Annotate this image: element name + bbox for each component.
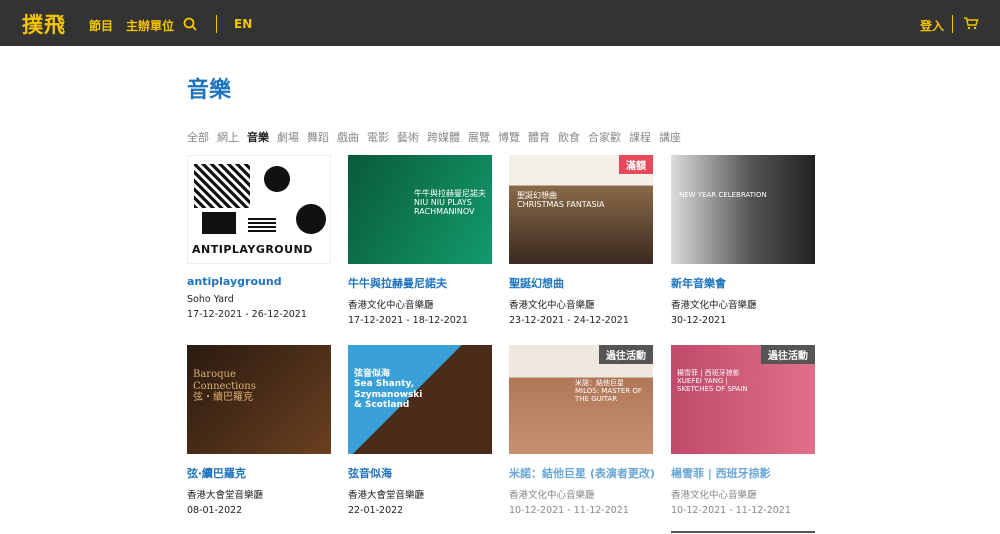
event-card[interactable]: Baroque Connections 弦‧續巴羅克弦‧續巴羅克香港大會堂音樂廳… xyxy=(187,345,331,516)
tab-9[interactable]: 展覽 xyxy=(468,131,490,145)
event-poster[interactable]: 米諾：結他巨星 MILOS: MASTER OF THE GUITAR 過往活動 xyxy=(509,345,653,454)
event-card[interactable]: 牛牛與拉赫曼尼諾夫 NIU NIU PLAYS RACHMANINOV 牛牛與拉赫… xyxy=(348,155,492,326)
poster-title-text: 楊雪菲 | 西班牙掠影 XUEFEI YANG | SKETCHES OF SP… xyxy=(677,369,748,394)
event-card[interactable]: 弦音似海 Sea Shanty, Szymanowski & Scotland 弦… xyxy=(348,345,492,516)
event-date: 10-12-2021 - 11-12-2021 xyxy=(509,505,629,516)
event-date: 08-01-2022 xyxy=(187,505,243,516)
tab-0[interactable]: 全部 xyxy=(187,131,209,145)
login-link[interactable]: 登入 xyxy=(920,17,944,34)
tab-7[interactable]: 藝術 xyxy=(397,131,419,145)
event-venue: 香港文化中心音樂廳 xyxy=(348,300,434,311)
event-poster[interactable]: 牛牛與拉赫曼尼諾夫 NIU NIU PLAYS RACHMANINOV xyxy=(348,155,492,264)
poster-title-text: 弦音似海 Sea Shanty, Szymanowski & Scotland xyxy=(354,369,423,411)
event-venue: 香港大會堂音樂廳 xyxy=(187,490,264,501)
event-date: 17-12-2021 - 26-12-2021 xyxy=(187,309,307,320)
event-poster[interactable]: 弦音似海 Sea Shanty, Szymanowski & Scotland xyxy=(348,345,492,454)
event-title[interactable]: 牛牛與拉赫曼尼諾夫 xyxy=(348,275,492,291)
tab-15[interactable]: 講座 xyxy=(659,131,681,145)
event-title[interactable]: antiplayground xyxy=(187,275,331,288)
event-poster[interactable]: 聖誕幻想曲 CHRISTMAS FANTASIA 滿額 xyxy=(509,155,653,264)
tab-13[interactable]: 合家歡 xyxy=(588,131,621,145)
tab-11[interactable]: 體育 xyxy=(528,131,550,145)
search-icon[interactable] xyxy=(183,17,197,31)
scroll-indicator xyxy=(671,531,815,533)
event-poster[interactable]: 楊雪菲 | 西班牙掠影 XUEFEI YANG | SKETCHES OF SP… xyxy=(671,345,815,454)
page-title: 音樂 xyxy=(187,78,232,103)
tab-3[interactable]: 劇場 xyxy=(277,131,299,145)
event-card[interactable]: ANTIPLAYGROUND antiplayground Soho Yard 17-… xyxy=(187,155,331,320)
language-switch[interactable]: EN xyxy=(234,17,252,31)
top-navigation-bar: 撲飛 節目 主辦單位 EN 登入 xyxy=(0,0,1000,46)
tab-12[interactable]: 飲食 xyxy=(558,131,580,145)
tab-2[interactable]: 音樂 xyxy=(245,131,271,145)
poster-title-text: 聖誕幻想曲 CHRISTMAS FANTASIA xyxy=(517,191,605,210)
event-title[interactable]: 新年音樂會 xyxy=(671,275,815,291)
tab-6[interactable]: 電影 xyxy=(367,131,389,145)
event-poster[interactable]: NEW YEAR CELEBRATION xyxy=(671,155,815,264)
event-date: 17-12-2021 - 18-12-2021 xyxy=(348,315,468,326)
poster-title-text: Baroque Connections 弦‧續巴羅克 xyxy=(193,369,256,403)
event-date: 30-12-2021 xyxy=(671,315,727,326)
poster-title-text: 牛牛與拉赫曼尼諾夫 NIU NIU PLAYS RACHMANINOV xyxy=(414,189,486,217)
nav-programmes[interactable]: 節目 xyxy=(89,17,113,34)
event-poster[interactable]: ANTIPLAYGROUND xyxy=(187,155,331,264)
event-venue: 香港文化中心音樂廳 xyxy=(671,300,757,311)
past-event-badge: 過往活動 xyxy=(761,345,815,364)
event-date: 22-01-2022 xyxy=(348,505,404,516)
sold-out-badge: 滿額 xyxy=(619,155,653,174)
poster-title-text: ANTIPLAYGROUND xyxy=(192,243,313,257)
event-title[interactable]: 聖誕幻想曲 xyxy=(509,275,653,291)
event-venue: Soho Yard xyxy=(187,294,234,305)
event-venue: 香港文化中心音樂廳 xyxy=(509,300,595,311)
event-card[interactable]: 楊雪菲 | 西班牙掠影 XUEFEI YANG | SKETCHES OF SP… xyxy=(671,345,815,516)
tab-10[interactable]: 博覽 xyxy=(498,131,520,145)
tab-14[interactable]: 課程 xyxy=(629,131,651,145)
past-event-badge: 過往活動 xyxy=(599,345,653,364)
event-title[interactable]: 楊雪菲 | 西班牙掠影 xyxy=(671,465,815,481)
tab-8[interactable]: 跨媒體 xyxy=(427,131,460,145)
event-title[interactable]: 弦音似海 xyxy=(348,465,492,481)
poster-title-text: 米諾：結他巨星 MILOS: MASTER OF THE GUITAR xyxy=(575,379,642,404)
cart-icon[interactable] xyxy=(963,16,979,30)
event-venue: 香港文化中心音樂廳 xyxy=(509,490,595,501)
event-venue: 香港文化中心音樂廳 xyxy=(671,490,757,501)
poster-title-text: NEW YEAR CELEBRATION xyxy=(679,191,767,199)
tab-4[interactable]: 舞蹈 xyxy=(307,131,329,145)
category-tabs: 全部 網上 音樂 劇場 舞蹈 戲曲 電影 藝術 跨媒體 展覽 博覽 體育 飲食 合家歡 課程 講座 xyxy=(187,131,689,145)
event-date: 23-12-2021 - 24-12-2021 xyxy=(509,315,629,326)
site-logo[interactable]: 撲飛 xyxy=(22,9,66,39)
event-card[interactable]: NEW YEAR CELEBRATION 新年音樂會香港文化中心音樂廳 30-12-… xyxy=(671,155,815,326)
nav-divider xyxy=(952,15,953,33)
tab-5[interactable]: 戲曲 xyxy=(337,131,359,145)
event-date: 10-12-2021 - 11-12-2021 xyxy=(671,505,791,516)
event-venue: 香港大會堂音樂廳 xyxy=(348,490,425,501)
event-title[interactable]: 弦‧續巴羅克 xyxy=(187,465,331,481)
event-poster[interactable]: Baroque Connections 弦‧續巴羅克 xyxy=(187,345,331,454)
event-card[interactable]: 米諾：結他巨星 MILOS: MASTER OF THE GUITAR 過往活動米… xyxy=(509,345,655,516)
event-title[interactable]: 米諾：結他巨星 (表演者更改) xyxy=(509,465,655,481)
nav-organisers[interactable]: 主辦單位 xyxy=(126,17,174,34)
tab-1[interactable]: 網上 xyxy=(217,131,239,145)
nav-divider xyxy=(216,15,217,33)
event-card[interactable]: 聖誕幻想曲 CHRISTMAS FANTASIA 滿額聖誕幻想曲香港文化中心音樂廳… xyxy=(509,155,653,326)
